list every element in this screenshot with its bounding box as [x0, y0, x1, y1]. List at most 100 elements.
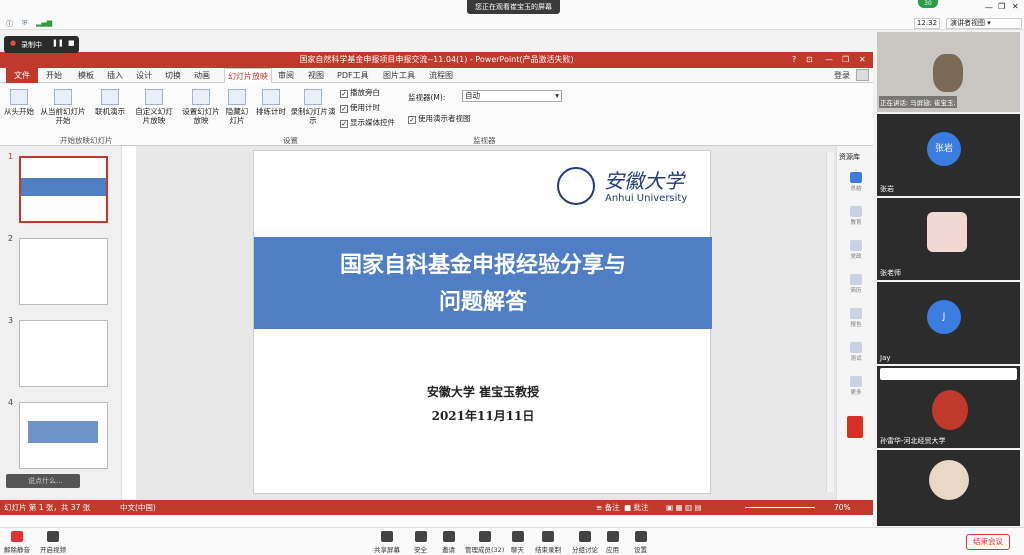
resource-item-politics[interactable]: 党政	[845, 240, 867, 260]
hide-slide-icon	[228, 89, 246, 105]
tab-pdf-tools[interactable]: PDF工具	[337, 70, 369, 81]
chevron-down-icon: ▾	[555, 91, 559, 100]
notes-button[interactable]: ≡ 备注	[596, 500, 620, 515]
timing-checkbox[interactable]: ✓ 使用计时	[340, 102, 380, 113]
check-icon: ✓	[340, 90, 348, 98]
tab-animations[interactable]: 动画	[194, 70, 210, 81]
group-label-setup: 设置	[283, 136, 298, 145]
zoom-slider[interactable]	[745, 507, 815, 508]
manage-members-button[interactable]: 管理成员(32)	[465, 531, 504, 554]
restore-icon[interactable]: ❐	[998, 2, 1005, 11]
slide-thumbnails: 1 2 3 4 说点什么...	[0, 146, 122, 504]
avatar: J	[927, 300, 961, 334]
tab-file[interactable]: 文件	[6, 68, 38, 83]
slide-thumbnail[interactable]	[19, 156, 108, 223]
minimize-icon[interactable]: —	[985, 3, 993, 12]
powerpoint-window: 国家自然科学基金申报项目申报交流--11.04(1) - PowerPoint(…	[0, 36, 873, 527]
online-present-button[interactable]: 联机演示	[92, 89, 128, 116]
sogou-toolbar-icon[interactable]	[880, 368, 1017, 380]
resource-header[interactable]: 资源库	[839, 152, 860, 162]
tab-insert[interactable]: 插入	[107, 70, 123, 81]
tab-transitions[interactable]: 切换	[165, 70, 181, 81]
participant-tile[interactable]: J Jay	[877, 282, 1020, 364]
start-video-button[interactable]: 开启视频	[40, 531, 66, 554]
resource-item-test[interactable]: 测试	[845, 342, 867, 362]
tab-view[interactable]: 视图	[308, 70, 324, 81]
zoom-level[interactable]: 70%	[834, 500, 851, 515]
participant-name: 张岩	[880, 185, 894, 193]
slide-thumbnail[interactable]	[19, 402, 108, 469]
rehearse-button[interactable]: 排练计时	[254, 89, 288, 116]
meeting-clock: 12:32	[914, 18, 940, 29]
chat-input[interactable]: 说点什么...	[6, 474, 80, 488]
info-icon[interactable]: ⓘ	[6, 19, 13, 29]
record-slideshow-button[interactable]: 录制幻灯片演示	[290, 89, 336, 125]
tab-design[interactable]: 设计	[136, 70, 152, 81]
pause-icon[interactable]: ❚❚	[52, 39, 64, 47]
ribbon-display-icon[interactable]: ⊡	[806, 52, 813, 68]
login-link[interactable]: 登录	[834, 70, 850, 81]
media-controls-checkbox[interactable]: ✓ 显示媒体控件	[340, 117, 395, 128]
slide-editor: 安徽大学 Anhui University 国家自科基金申报经验分享与 问题解答…	[136, 146, 836, 504]
security-button[interactable]: 安全	[414, 531, 427, 554]
recording-bar: ● 录制中 ❚❚ ■	[4, 36, 79, 53]
apps-icon	[606, 531, 619, 542]
resource-item-resume[interactable]: 简历	[845, 274, 867, 294]
record-slide-icon	[304, 89, 322, 105]
apps-button[interactable]: 应用	[606, 531, 619, 554]
resource-item-summary[interactable]: 总结	[845, 172, 867, 192]
vertical-scrollbar[interactable]	[826, 152, 834, 492]
monitor-select[interactable]: 自动 ▾	[462, 90, 562, 102]
invite-button[interactable]: 邀请	[442, 531, 455, 554]
tab-review[interactable]: 审阅	[278, 70, 294, 81]
share-screen-button[interactable]: 共享屏幕	[374, 531, 400, 554]
slide-canvas[interactable]: 安徽大学 Anhui University 国家自科基金申报经验分享与 问题解答…	[253, 150, 712, 494]
slide-title-line2: 问题解答	[438, 290, 527, 315]
stop-icon[interactable]: ■	[68, 39, 75, 47]
chat-button[interactable]: 聊天	[511, 531, 524, 554]
presenter-view-checkbox[interactable]: ✓ 使用演示者视图	[408, 113, 471, 124]
promo-icon[interactable]	[847, 416, 863, 438]
setup-show-button[interactable]: 设置幻灯片放映	[180, 89, 222, 125]
tab-templates[interactable]: 模板	[78, 70, 94, 81]
comments-button[interactable]: ■ 批注	[624, 500, 648, 515]
normal-view-icon[interactable]: ▣ ▦ ▥ ▤	[666, 500, 702, 515]
slide-title-line1: 国家自科基金申报经验分享与	[339, 253, 626, 278]
resource-item-education[interactable]: 教育	[845, 206, 867, 226]
slide-author: 安徽大学 崔宝玉教授	[426, 385, 540, 399]
participant-tile[interactable]: 张老师	[877, 198, 1020, 280]
participant-tile[interactable]: 孙雷华-河北经贸大学	[877, 366, 1020, 448]
layout-dropdown[interactable]: 演讲者视图 ▾	[946, 18, 1022, 29]
close-icon[interactable]: ✕	[859, 52, 866, 68]
logo-english: Anhui University	[605, 193, 688, 204]
minimize-icon[interactable]: —	[825, 52, 833, 68]
participant-tile[interactable]: 正在讲话: 马屏翅; 崔宝玉;	[877, 32, 1020, 112]
custom-show-button[interactable]: 自定义幻灯片放映	[132, 89, 176, 125]
slide-thumbnail[interactable]	[19, 238, 108, 305]
end-meeting-button[interactable]: 结束会议	[966, 534, 1010, 550]
participant-tile[interactable]	[877, 450, 1020, 526]
participant-tile[interactable]: 张岩 张岩	[877, 114, 1020, 196]
hide-slide-button[interactable]: 隐藏幻灯片	[224, 89, 250, 125]
tab-flowchart[interactable]: 流程图	[429, 70, 453, 81]
stop-recording-button[interactable]: 结束录制	[535, 531, 561, 554]
tab-home[interactable]: 开始	[46, 70, 62, 81]
resource-item-report[interactable]: 报告	[845, 308, 867, 328]
settings-button[interactable]: 设置	[634, 531, 647, 554]
play-from-start-button[interactable]: 从头开始	[2, 89, 36, 116]
avatar[interactable]	[856, 69, 869, 81]
tab-slideshow[interactable]: 幻灯片放映	[224, 68, 272, 84]
language-status[interactable]: 中文(中国)	[120, 500, 156, 515]
slide-thumbnail[interactable]	[19, 320, 108, 387]
tab-picture-tools[interactable]: 图片工具	[383, 70, 415, 81]
unmute-button[interactable]: 解除静音	[4, 531, 30, 554]
participant-panel: 正在讲话: 马屏翅; 崔宝玉; 张岩 张岩 张老师 J Jay 孙雷华-河北经贸…	[875, 30, 1024, 527]
help-icon[interactable]: ?	[792, 52, 796, 68]
narration-checkbox[interactable]: ✓ 播放旁白	[340, 87, 380, 98]
maximize-icon[interactable]: ❐	[842, 52, 849, 68]
play-from-current-button[interactable]: 从当前幻灯片开始	[38, 89, 88, 125]
close-icon[interactable]: ✕	[1012, 2, 1019, 11]
breakout-button[interactable]: 分组讨论	[572, 531, 598, 554]
shield-icon[interactable]: ⛨	[22, 19, 27, 28]
resource-item-more[interactable]: 更多	[845, 376, 867, 396]
